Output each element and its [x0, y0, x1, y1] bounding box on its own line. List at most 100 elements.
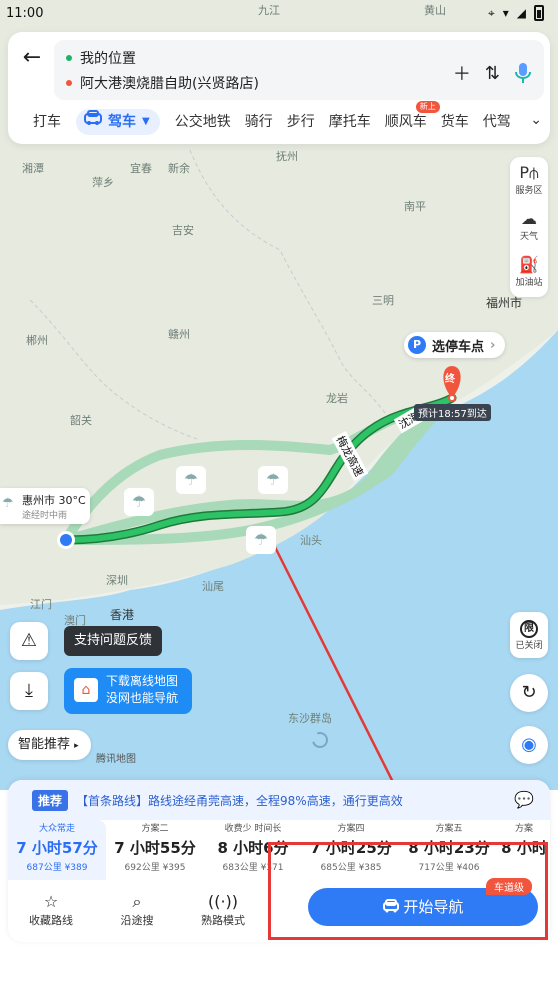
cloud-icon: ☁ — [521, 209, 537, 228]
favorite-route-button[interactable]: ☆ 收藏路线 — [8, 886, 94, 936]
plan-cost: ¥389 — [64, 863, 88, 873]
voice-mic-icon[interactable] — [514, 62, 532, 84]
destination-text: 阿大港澳烧腊自助(兴贤路店) — [80, 76, 259, 92]
route-plan[interactable]: 方案 8 小时 — [498, 820, 550, 880]
tab-carpool[interactable]: 顺风车 新上 — [378, 101, 440, 135]
rain-icon: ☂ — [124, 488, 154, 516]
start-marker[interactable] — [60, 534, 72, 546]
map-label: 龙岩 — [326, 392, 348, 405]
route-header-card: ← 我的位置 阿大港澳烧腊自助(兴贤路店) ＋ ⇅ 打车 驾车 ▼ 公交地铁 骑… — [8, 32, 550, 144]
weather-card[interactable]: ☂ 惠州市 30°C 途经时中雨 — [0, 488, 90, 524]
map-label: 汕头 — [300, 534, 322, 547]
plan-distance: 692公里 — [124, 863, 160, 873]
plan-cost: ¥371 — [260, 863, 284, 873]
tab-transit[interactable]: 公交地铁 — [168, 109, 238, 135]
traffic-limit-button[interactable]: 限 已关闭 — [510, 612, 548, 658]
plan-label: 大众常走 — [38, 824, 75, 834]
map-label: 赣州 — [168, 328, 190, 341]
rain-icon: ☂ — [246, 526, 276, 554]
familiar-mode-button[interactable]: ((·)) 熟路模式 — [180, 886, 266, 936]
add-stop-icon[interactable]: ＋ — [453, 60, 471, 86]
plan-time: 7 小时55分 — [114, 839, 196, 857]
map-label: 宜春 — [130, 162, 152, 175]
route-input-box[interactable]: 我的位置 阿大港澳烧腊自助(兴贤路店) ＋ ⇅ — [54, 40, 544, 100]
tab-truck[interactable]: 货车 — [434, 109, 476, 135]
map-label: 三明 — [372, 294, 394, 307]
plan-distance: 683公里 — [222, 863, 258, 873]
transport-mode-tabs: 打车 驾车 ▼ 公交地铁 骑行 步行 摩托车 顺风车 新上 货车 代驾 — [8, 101, 550, 138]
tab-motorcycle[interactable]: 摩托车 — [322, 109, 378, 135]
plan-time: 7 小时57分 — [16, 839, 98, 857]
feedback-icon[interactable]: ⚠ — [10, 622, 48, 660]
plan-distance: 687公里 — [26, 863, 62, 873]
plan-label: 方案四 — [337, 824, 365, 834]
map-label: 新余 — [168, 162, 190, 175]
tab-carpool-label: 顺风车 — [384, 114, 427, 130]
tab-taxi[interactable]: 打车 — [26, 109, 68, 135]
service-area-button[interactable]: P⫛ 服务区 — [510, 157, 548, 203]
route-plan[interactable]: 大众常走 7 小时57分 687公里 ¥389 — [8, 820, 106, 880]
service-area-label: 服务区 — [515, 186, 543, 196]
weather-city: 惠州市 — [22, 494, 55, 507]
map-label: 韶关 — [70, 414, 92, 427]
map-pin-icon: ⌂ — [74, 678, 98, 702]
tab-designated-driver[interactable]: 代驾 — [476, 109, 518, 135]
eta-label: 预计18:57到达 — [414, 404, 491, 421]
route-plan[interactable]: 方案四 7 小时25分 685公里 ¥385 — [302, 820, 400, 880]
feedback-tooltip[interactable]: 支持问题反馈 — [64, 626, 163, 656]
map-label: 郴州 — [26, 334, 48, 347]
gas-station-button[interactable]: ⛽ 加油站 — [510, 249, 548, 295]
star-icon: ☆ — [43, 892, 59, 911]
plan-cost: ¥395 — [162, 863, 186, 873]
locate-icon[interactable]: ◉ — [510, 726, 548, 764]
chat-bubble-icon[interactable]: 💬 — [514, 790, 534, 809]
smart-recommend-button[interactable]: 智能推荐 ▸ — [8, 730, 91, 760]
fuel-icon: P⫛ — [519, 163, 539, 182]
tab-drive-label: 驾车 — [108, 114, 136, 130]
plan-cost: ¥406 — [456, 863, 480, 873]
status-time: 11:00 — [6, 5, 44, 21]
map-label: 萍乡 — [92, 176, 114, 189]
route-plan[interactable]: 方案二 7 小时55分 692公里 ¥395 — [106, 820, 204, 880]
broadcast-icon: ((·)) — [207, 892, 239, 911]
destination-dot-icon — [66, 80, 72, 86]
tab-walking[interactable]: 步行 — [280, 109, 322, 135]
route-origin[interactable]: 我的位置 — [66, 48, 136, 68]
smart-recommend-label: 智能推荐 — [18, 737, 71, 752]
swap-icon[interactable]: ⇅ — [485, 63, 500, 84]
route-plan[interactable]: 方案五 8 小时23分 717公里 ¥406 — [400, 820, 498, 880]
lane-level-badge: 车道级 — [486, 878, 532, 895]
map-label: 东沙群岛 — [288, 712, 332, 725]
chevron-down-icon[interactable]: ⌄ — [530, 112, 542, 128]
route-banner[interactable]: 推荐 【首条路线】路线途经甬莞高速，全程98%高速，通行更高效 💬 — [8, 780, 550, 820]
select-parking-button[interactable]: P 选停车点 › — [404, 332, 506, 358]
download-icon[interactable]: ⤓ — [10, 672, 48, 710]
map-label: 吉安 — [172, 224, 194, 237]
plan-time: 8 小时23分 — [408, 839, 490, 857]
offline-tip-line1: 下载离线地图 — [106, 674, 179, 688]
caret-down-icon: ▼ — [142, 116, 150, 127]
tab-drive[interactable]: 驾车 ▼ — [76, 109, 160, 135]
plan-time: 7 小时25分 — [310, 839, 392, 857]
gas-station-label: 加油站 — [515, 278, 543, 288]
status-bar: 11:00 ⌖ ▾ ◢ — [0, 0, 558, 26]
route-plan[interactable]: 收费少 时间长 8 小时6分 683公里 ¥371 — [204, 820, 302, 880]
map-tools-panel: P⫛ 服务区 ☁ 天气 ⛽ 加油站 — [510, 157, 548, 297]
search-along-button[interactable]: ⌕ 沿途搜 — [94, 886, 180, 936]
tab-cycling[interactable]: 骑行 — [238, 109, 280, 135]
route-destination[interactable]: 阿大港澳烧腊自助(兴贤路店) — [66, 73, 259, 93]
weather-button[interactable]: ☁ 天气 — [510, 203, 548, 249]
offline-map-tooltip[interactable]: ⌂ 下载离线地图 没网也能导航 — [64, 668, 192, 714]
plan-label: 方案二 — [141, 824, 169, 834]
refresh-icon[interactable]: ↻ — [510, 674, 548, 712]
map-label: 香港 — [110, 608, 135, 622]
wifi-icon: ▾ — [502, 6, 509, 20]
gas-pump-icon: ⛽ — [519, 255, 539, 274]
parking-icon: P — [408, 336, 426, 354]
back-arrow-icon[interactable]: ← — [18, 44, 46, 72]
route-plan-list: 大众常走 7 小时57分 687公里 ¥389 方案二 7 小时55分 692公… — [8, 820, 550, 880]
rain-icon: ☂ — [2, 496, 14, 511]
recommend-tag: 推荐 — [32, 789, 69, 811]
weather-label: 天气 — [519, 232, 538, 242]
origin-text: 我的位置 — [80, 51, 136, 67]
